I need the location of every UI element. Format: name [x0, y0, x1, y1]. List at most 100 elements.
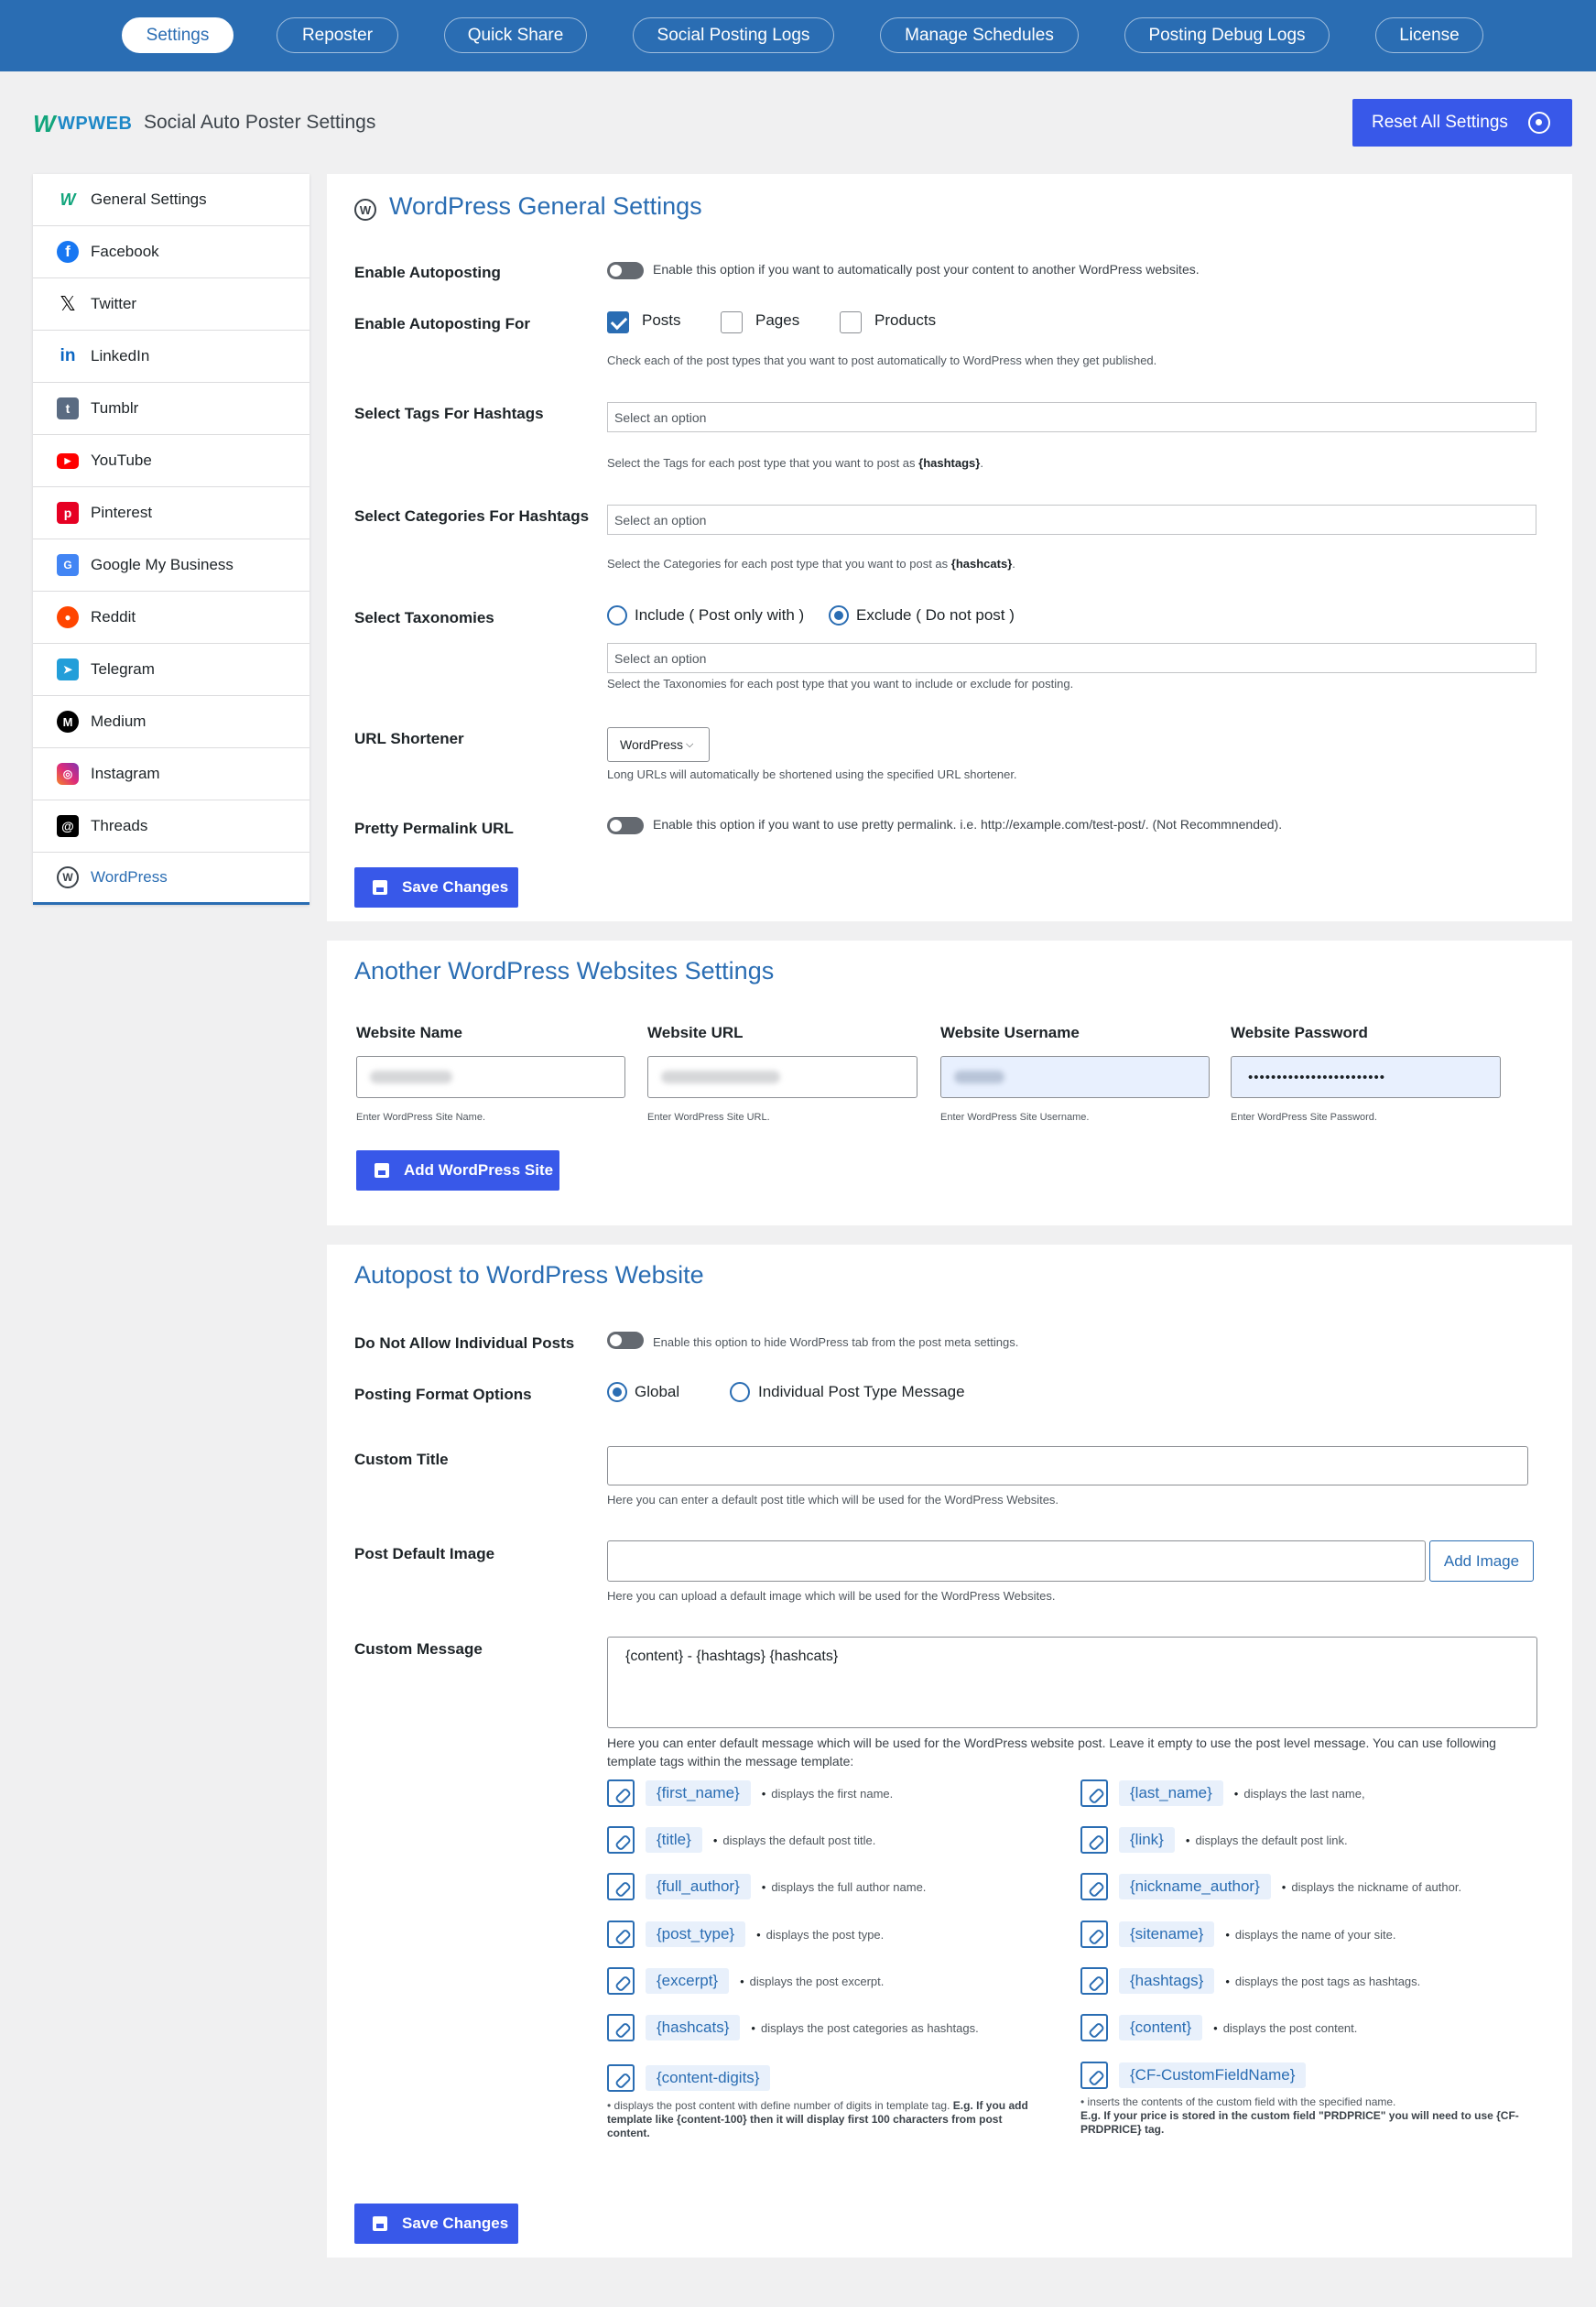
posts-label: Posts: [642, 311, 681, 329]
sidebar-item-google-my-business[interactable]: G Google My Business: [33, 539, 309, 592]
cf-desc: • inserts the contents of the custom fie…: [1080, 2095, 1529, 2137]
link-icon[interactable]: [607, 1873, 635, 1900]
template-tag-desc: displays the nickname of author.: [1282, 1880, 1461, 1894]
link-icon[interactable]: [1080, 1967, 1108, 1995]
save-changes-button[interactable]: Save Changes: [354, 2204, 518, 2244]
sidebar-item-twitter[interactable]: 𝕏 Twitter: [33, 278, 309, 331]
tab-license[interactable]: License: [1375, 17, 1483, 53]
website-name-field[interactable]: [356, 1056, 625, 1098]
template-tag-item: {title} displays the default post title.: [607, 1826, 875, 1854]
sidebar-item-label: YouTube: [91, 452, 152, 469]
wordpress-icon: W: [354, 199, 376, 221]
top-navigation: Settings Reposter Quick Share Social Pos…: [0, 0, 1596, 71]
tab-social-posting-logs[interactable]: Social Posting Logs: [633, 17, 834, 53]
settings-sidebar: W General Settings f Facebook 𝕏 Twitter in L…: [33, 174, 309, 905]
sidebar-item-tumblr[interactable]: t Tumblr: [33, 383, 309, 435]
linkedin-icon: in: [60, 346, 76, 365]
general-settings-panel: W WordPress General Settings Enable Auto…: [327, 174, 1572, 921]
template-tag: {full_author}: [646, 1874, 751, 1899]
template-tag-item: {content-digits}: [607, 2064, 781, 2092]
exclude-label: Exclude ( Do not post ): [856, 606, 1015, 624]
tab-manage-schedules[interactable]: Manage Schedules: [880, 17, 1079, 53]
link-icon[interactable]: [607, 1779, 635, 1807]
template-tag: {content-digits}: [646, 2065, 771, 2091]
wpweb-icon: W: [60, 190, 76, 209]
tab-settings[interactable]: Settings: [122, 17, 233, 53]
sidebar-item-label: WordPress: [91, 868, 168, 886]
products-label: Products: [874, 311, 937, 329]
website-password-field[interactable]: ••••••••••••••••••••••••: [1231, 1056, 1501, 1098]
categories-label: Select Categories For Hashtags: [354, 507, 590, 525]
link-icon[interactable]: [607, 2064, 635, 2092]
tags-desc-text: Select the Tags for each post type that …: [607, 456, 919, 470]
tab-posting-debug-logs[interactable]: Posting Debug Logs: [1124, 17, 1330, 53]
link-icon[interactable]: [607, 2014, 635, 2041]
sidebar-item-medium[interactable]: M Medium: [33, 696, 309, 748]
exclude-radio[interactable]: [829, 605, 849, 626]
pages-checkbox[interactable]: [721, 311, 743, 333]
add-wordpress-site-button[interactable]: Add WordPress Site: [356, 1150, 559, 1191]
taxonomies-select[interactable]: Select an option: [607, 643, 1536, 673]
template-tag: {post_type}: [646, 1921, 746, 1947]
sidebar-item-label: Medium: [91, 713, 147, 730]
cf-desc-text: inserts the contents of the custom field…: [1087, 2095, 1396, 2108]
link-icon[interactable]: [607, 1826, 635, 1854]
tab-quick-share[interactable]: Quick Share: [444, 17, 587, 53]
bullet: •: [1080, 2095, 1088, 2108]
section-title: Another WordPress Websites Settings: [354, 957, 775, 985]
sidebar-item-telegram[interactable]: ➤ Telegram: [33, 644, 309, 696]
taxonomies-desc: Select the Taxonomies for each post type…: [607, 677, 1074, 691]
save-changes-button[interactable]: Save Changes: [354, 867, 518, 908]
tags-select[interactable]: Select an option: [607, 402, 1536, 432]
link-icon[interactable]: [1080, 1779, 1108, 1807]
link-icon[interactable]: [607, 1921, 635, 1948]
add-image-button[interactable]: Add Image: [1429, 1540, 1534, 1582]
permalink-toggle[interactable]: [607, 817, 644, 834]
categories-select[interactable]: Select an option: [607, 505, 1536, 535]
template-tag-item: {hashcats} displays the post categories a…: [607, 2014, 979, 2041]
individual-posts-toggle[interactable]: [607, 1332, 644, 1349]
template-tag-item: {first_name} displays the first name.: [607, 1779, 893, 1807]
link-icon[interactable]: [1080, 1873, 1108, 1900]
sidebar-item-threads[interactable]: @ Threads: [33, 800, 309, 853]
reset-all-settings-button[interactable]: Reset All Settings: [1352, 99, 1572, 147]
section-title: WordPress General Settings: [389, 192, 702, 220]
sidebar-item-linkedin[interactable]: in LinkedIn: [33, 331, 309, 383]
link-icon[interactable]: [1080, 1826, 1108, 1854]
tab-reposter[interactable]: Reposter: [277, 17, 398, 53]
sidebar-item-instagram[interactable]: ◎ Instagram: [33, 748, 309, 800]
wpweb-logo-icon: W: [33, 110, 57, 137]
sidebar-item-youtube[interactable]: ▶ YouTube: [33, 435, 309, 487]
url-shortener-select[interactable]: WordPress ⌵: [607, 727, 710, 762]
default-image-label: Post Default Image: [354, 1545, 495, 1562]
default-image-input[interactable]: [607, 1540, 1426, 1582]
products-checkbox[interactable]: [840, 311, 862, 333]
link-icon[interactable]: [1080, 2014, 1108, 2041]
website-url-field[interactable]: [647, 1056, 917, 1098]
include-radio[interactable]: [607, 605, 627, 626]
custom-message-label: Custom Message: [354, 1640, 483, 1658]
template-tag: {CF-CustomFieldName}: [1119, 2062, 1307, 2088]
link-icon[interactable]: [1080, 1921, 1108, 1948]
template-tag-desc: displays the post categories as hashtags…: [751, 2021, 979, 2035]
website-username-field[interactable]: [940, 1056, 1210, 1098]
global-radio[interactable]: [607, 1382, 627, 1402]
enable-autoposting-toggle[interactable]: [607, 262, 644, 279]
sidebar-item-wordpress[interactable]: W WordPress: [33, 853, 309, 905]
template-tag-item: {sitename} displays the name of your site…: [1080, 1921, 1396, 1948]
posts-checkbox[interactable]: [607, 311, 629, 333]
instagram-icon: ◎: [57, 763, 79, 785]
categories-desc: Select the Categories for each post type…: [607, 557, 1015, 571]
link-icon[interactable]: [607, 1967, 635, 1995]
individual-post-type-radio[interactable]: [730, 1382, 750, 1402]
sidebar-item-label: Threads: [91, 817, 148, 834]
save-button-label: Save Changes: [402, 2215, 509, 2232]
link-icon[interactable]: [1080, 2062, 1108, 2089]
custom-message-textarea[interactable]: {content} - {hashtags} {hashcats}: [607, 1637, 1537, 1728]
sidebar-item-pinterest[interactable]: p Pinterest: [33, 487, 309, 539]
sidebar-item-reddit[interactable]: ● Reddit: [33, 592, 309, 644]
sidebar-item-facebook[interactable]: f Facebook: [33, 226, 309, 278]
custom-title-input[interactable]: [607, 1446, 1528, 1485]
bullet: •: [607, 2099, 614, 2112]
sidebar-item-general-settings[interactable]: W General Settings: [33, 174, 309, 226]
